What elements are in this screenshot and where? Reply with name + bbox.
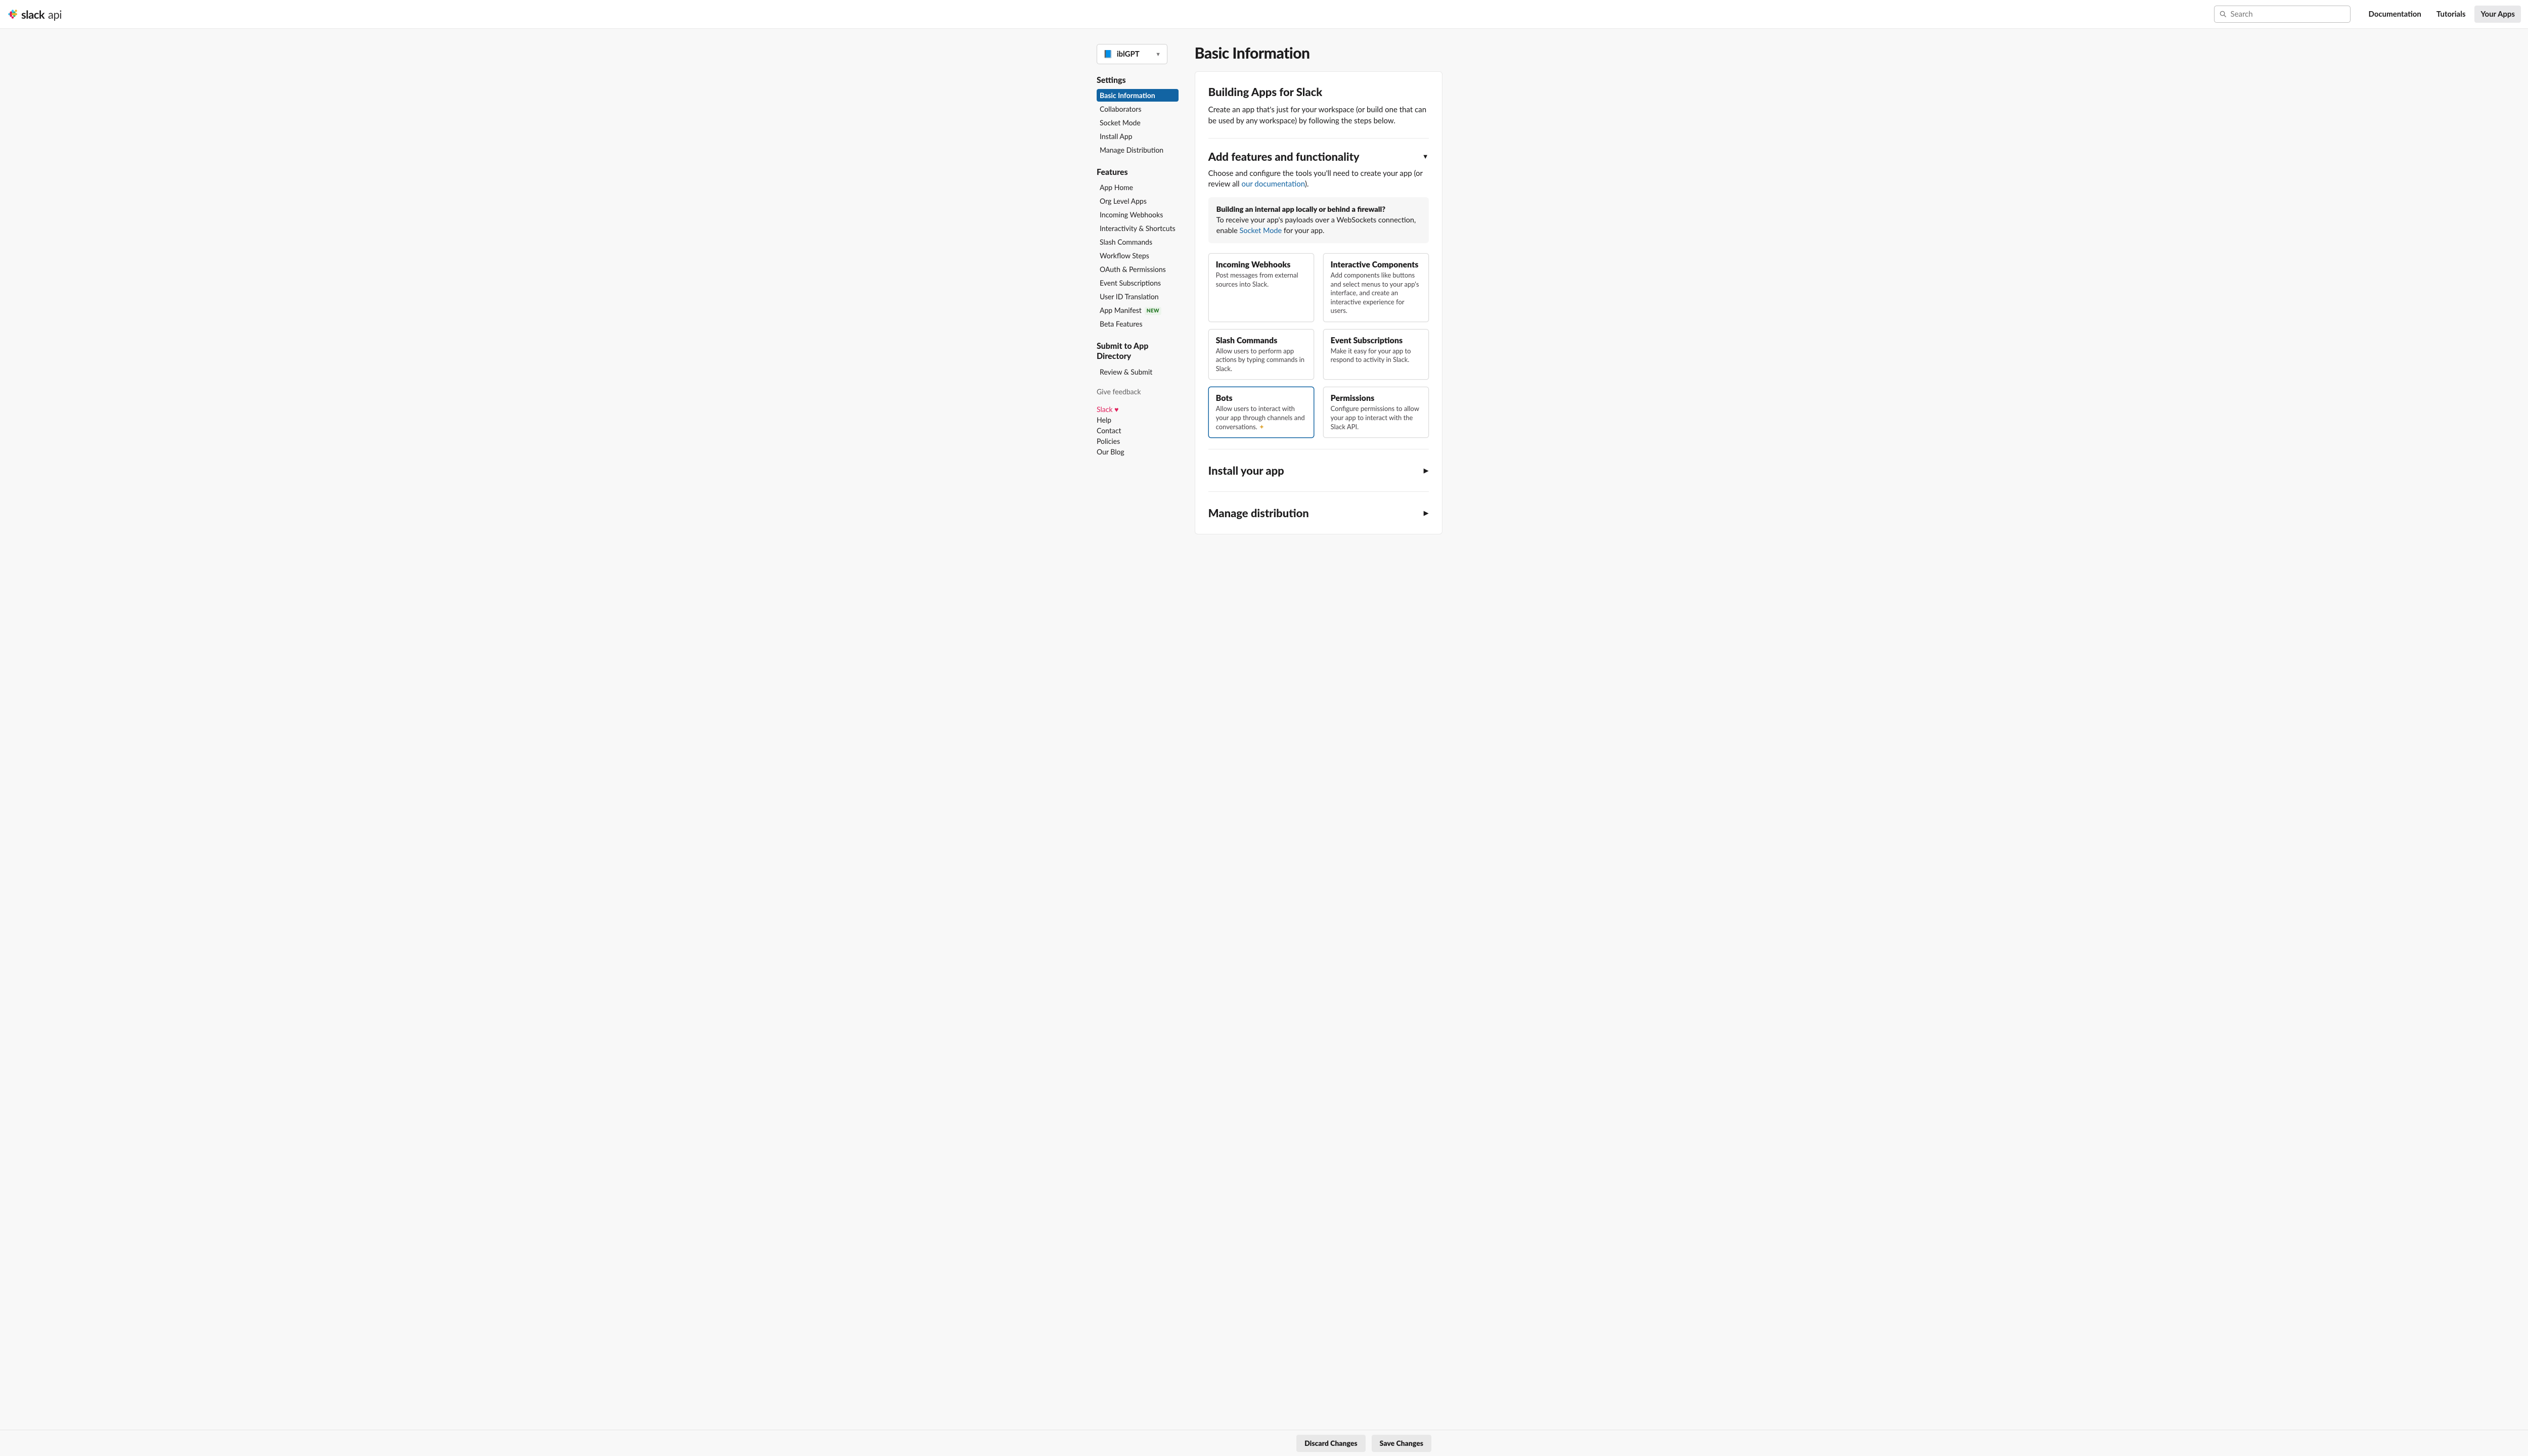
chevron-right-icon: ▶ bbox=[1424, 466, 1429, 475]
brand-suffix: api bbox=[48, 8, 62, 21]
search-icon bbox=[2220, 11, 2227, 18]
nav-interactivity-shortcuts[interactable]: Interactivity & Shortcuts bbox=[1097, 222, 1179, 235]
search-box[interactable] bbox=[2214, 6, 2351, 23]
feature-incoming-webhooks[interactable]: Incoming WebhooksPost messages from exte… bbox=[1208, 253, 1314, 322]
app-icon: 📘 bbox=[1103, 50, 1113, 59]
nav-documentation[interactable]: Documentation bbox=[2363, 6, 2427, 23]
intro-text: Create an app that's just for your works… bbox=[1208, 105, 1429, 127]
search-input[interactable] bbox=[2231, 10, 2345, 19]
nav-org-level-apps[interactable]: Org Level Apps bbox=[1097, 195, 1179, 207]
sparkle-icon: ✦ bbox=[1259, 423, 1265, 431]
footer-contact[interactable]: Contact bbox=[1097, 426, 1179, 435]
socket-mode-infobox: Building an internal app locally or behi… bbox=[1208, 197, 1429, 243]
top-nav-links: Documentation Tutorials Your Apps bbox=[2363, 6, 2521, 23]
brand-name: slack bbox=[21, 8, 44, 21]
nav-user-id-translation[interactable]: User ID Translation bbox=[1097, 290, 1179, 303]
nav-beta-features[interactable]: Beta Features bbox=[1097, 317, 1179, 330]
footer-slack[interactable]: Slack ♥ bbox=[1097, 405, 1179, 414]
infobox-title: Building an internal app locally or behi… bbox=[1216, 205, 1385, 214]
section-title-features: Add features and functionality bbox=[1208, 150, 1360, 163]
bottom-bar: Discard Changes Save Changes bbox=[0, 1430, 2528, 1456]
chevron-down-icon: ▼ bbox=[1422, 152, 1429, 160]
section-subtext: Choose and configure the tools you'll ne… bbox=[1208, 168, 1429, 191]
nav-install-app[interactable]: Install App bbox=[1097, 130, 1179, 143]
footer-policies[interactable]: Policies bbox=[1097, 437, 1179, 445]
nav-tutorials[interactable]: Tutorials bbox=[2430, 6, 2472, 23]
nav-collaborators[interactable]: Collaborators bbox=[1097, 103, 1179, 115]
footer-blog[interactable]: Our Blog bbox=[1097, 447, 1179, 456]
feature-slash-commands[interactable]: Slash CommandsAllow users to perform app… bbox=[1208, 329, 1314, 380]
accordion-features[interactable]: Add features and functionality ▼ bbox=[1208, 150, 1429, 163]
section-settings: Settings bbox=[1097, 75, 1179, 85]
nav-workflow-steps[interactable]: Workflow Steps bbox=[1097, 249, 1179, 262]
brand-logo[interactable]: slack api bbox=[7, 8, 62, 21]
nav-slash-commands[interactable]: Slash Commands bbox=[1097, 236, 1179, 248]
divider bbox=[1208, 491, 1429, 492]
nav-manage-distribution[interactable]: Manage Distribution bbox=[1097, 144, 1179, 156]
nav-your-apps[interactable]: Your Apps bbox=[2474, 6, 2521, 23]
discard-button[interactable]: Discard Changes bbox=[1296, 1435, 1366, 1452]
card-heading: Building Apps for Slack bbox=[1208, 85, 1429, 99]
feature-bots[interactable]: BotsAllow users to interact with your ap… bbox=[1208, 387, 1314, 438]
top-nav: slack api Documentation Tutorials Your A… bbox=[0, 0, 2528, 29]
content-card: Building Apps for Slack Create an app th… bbox=[1195, 71, 1442, 534]
footer-help[interactable]: Help bbox=[1097, 416, 1179, 424]
slack-logo-icon bbox=[7, 9, 18, 20]
footer-links: Slack ♥ Help Contact Policies Our Blog bbox=[1097, 405, 1179, 456]
nav-incoming-webhooks[interactable]: Incoming Webhooks bbox=[1097, 208, 1179, 221]
accordion-manage[interactable]: Manage distribution ▶ bbox=[1208, 503, 1429, 523]
chevron-right-icon: ▶ bbox=[1424, 509, 1429, 517]
app-name: iblGPT bbox=[1117, 50, 1140, 59]
nav-socket-mode[interactable]: Socket Mode bbox=[1097, 116, 1179, 129]
nav-app-manifest[interactable]: App ManifestNEW bbox=[1097, 304, 1179, 316]
section-title-manage: Manage distribution bbox=[1208, 506, 1309, 520]
documentation-link[interactable]: our documentation bbox=[1241, 179, 1304, 189]
new-badge: NEW bbox=[1145, 307, 1161, 315]
nav-oauth-permissions[interactable]: OAuth & Permissions bbox=[1097, 263, 1179, 276]
page-title: Basic Information bbox=[1195, 44, 1442, 62]
nav-app-home[interactable]: App Home bbox=[1097, 181, 1179, 194]
feature-interactive-components[interactable]: Interactive ComponentsAdd components lik… bbox=[1323, 253, 1429, 322]
section-features: Features bbox=[1097, 167, 1179, 177]
feature-event-subscriptions[interactable]: Event SubscriptionsMake it easy for your… bbox=[1323, 329, 1429, 380]
socket-mode-link[interactable]: Socket Mode bbox=[1240, 226, 1282, 235]
feature-permissions[interactable]: PermissionsConfigure permissions to allo… bbox=[1323, 387, 1429, 438]
save-button[interactable]: Save Changes bbox=[1372, 1435, 1431, 1452]
heart-icon: ♥ bbox=[1114, 405, 1118, 414]
nav-review-submit[interactable]: Review & Submit bbox=[1097, 366, 1179, 378]
give-feedback[interactable]: Give feedback bbox=[1097, 387, 1179, 396]
feature-grid: Incoming WebhooksPost messages from exte… bbox=[1208, 253, 1429, 438]
divider bbox=[1208, 138, 1429, 139]
chevron-down-icon: ▼ bbox=[1155, 51, 1161, 58]
nav-basic-information[interactable]: Basic Information bbox=[1097, 89, 1179, 102]
nav-event-subscriptions[interactable]: Event Subscriptions bbox=[1097, 277, 1179, 289]
section-title-install: Install your app bbox=[1208, 464, 1284, 477]
app-selector[interactable]: 📘 iblGPT ▼ bbox=[1097, 44, 1167, 64]
accordion-install[interactable]: Install your app ▶ bbox=[1208, 461, 1429, 480]
section-submit: Submit to App Directory bbox=[1097, 341, 1179, 361]
